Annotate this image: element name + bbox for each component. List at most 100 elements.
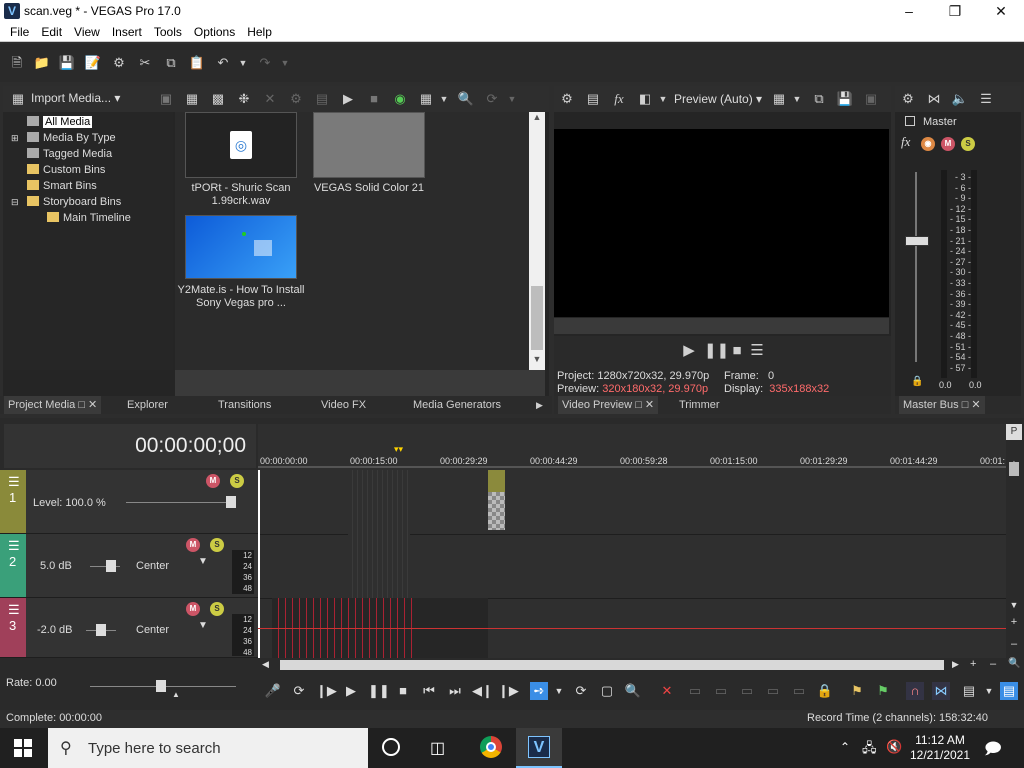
- track-menu-icon[interactable]: ☰: [8, 538, 20, 554]
- speaker-icon[interactable]: 🔈: [951, 90, 969, 108]
- solo-icon[interactable]: S: [961, 137, 975, 151]
- track-header-1[interactable]: ☰ 1 M S Level: 100.0 %: [0, 470, 258, 534]
- preview-settings-icon[interactable]: ⚙: [558, 90, 576, 108]
- snapping-icon[interactable]: ∩: [906, 682, 924, 700]
- tab-transitions[interactable]: Transitions: [218, 396, 271, 414]
- paste-icon[interactable]: 📋: [188, 54, 206, 72]
- solid-color-event[interactable]: [488, 470, 505, 530]
- trim-end-icon[interactable]: ▭: [738, 682, 756, 700]
- split-dropdown-icon[interactable]: ▼: [654, 90, 672, 108]
- ripple-edit-icon[interactable]: ▤: [960, 682, 978, 700]
- track-volume-knob[interactable]: [96, 624, 106, 636]
- scroll-right-icon[interactable]: ▶: [952, 659, 959, 670]
- master-checkbox[interactable]: [905, 116, 915, 126]
- track-solo-icon[interactable]: S: [210, 602, 224, 616]
- undo-icon[interactable]: ↶: [214, 54, 232, 72]
- go-to-end-icon[interactable]: ⏭: [446, 682, 464, 700]
- tree-item-all-media[interactable]: All Media: [27, 114, 93, 130]
- track-header-3[interactable]: ☰ 3 M S -2.0 dB Center ▼ 12 24 36 48: [0, 598, 258, 658]
- capture-icon[interactable]: ▣: [157, 90, 175, 108]
- view-dropdown-icon[interactable]: ▼: [435, 90, 453, 108]
- media-settings-icon[interactable]: ⚙: [287, 90, 305, 108]
- preview-quality-dropdown[interactable]: Preview (Auto) ▾: [674, 92, 762, 106]
- cortana-icon[interactable]: [382, 738, 400, 756]
- view-mode-icon[interactable]: ▦: [417, 90, 435, 108]
- tab-video-fx[interactable]: Video FX: [321, 396, 366, 414]
- scroll-down-icon[interactable]: ▼: [1008, 600, 1020, 612]
- refresh-icon[interactable]: ⟳: [483, 90, 501, 108]
- stop-icon[interactable]: ■: [365, 90, 383, 108]
- play-from-start-icon[interactable]: ❙▶: [316, 682, 337, 700]
- time-ruler[interactable]: ▾▾ 00:00:00:00 00:00:15:00 00:00:29:29 00:0…: [258, 424, 1006, 470]
- import-media-button[interactable]: Import Media... ▾: [31, 91, 120, 105]
- loop-playback-icon[interactable]: ⟳: [290, 682, 308, 700]
- mixer-icon[interactable]: ☰: [977, 90, 995, 108]
- taskbar-clock[interactable]: 11:12 AM 12/21/2021: [908, 733, 972, 763]
- tree-item-custom-bins[interactable]: Custom Bins: [27, 162, 105, 178]
- taskbar-search-box[interactable]: ⚲ Type here to search: [48, 728, 368, 768]
- fx-icon[interactable]: fx: [610, 90, 628, 108]
- master-settings-icon[interactable]: ⚙: [899, 90, 917, 108]
- ripple-dropdown-icon[interactable]: ▼: [980, 682, 998, 700]
- selection-tool-icon[interactable]: ▢: [598, 682, 616, 700]
- media-views-icon[interactable]: ▦: [9, 90, 27, 108]
- close-tab-icon[interactable]: ✕: [971, 399, 980, 411]
- master-fader-knob[interactable]: [905, 236, 929, 246]
- timeline-hscroll-thumb[interactable]: [280, 660, 944, 670]
- settings-gear-icon[interactable]: ⚙: [110, 54, 128, 72]
- track-volume-knob[interactable]: [106, 560, 116, 572]
- new-file-icon[interactable]: 🗎: [8, 54, 26, 72]
- stop-icon[interactable]: ■: [394, 682, 412, 700]
- next-frame-icon[interactable]: ❙▶: [498, 682, 519, 700]
- tab-scroll-right-icon[interactable]: ▶: [536, 396, 543, 414]
- remove-media-icon[interactable]: ✕: [261, 90, 279, 108]
- save-snapshot-icon[interactable]: 💾: [836, 90, 854, 108]
- tab-video-preview[interactable]: Video Preview □ ✕: [558, 396, 659, 414]
- auto-preview-icon[interactable]: ▤: [313, 90, 331, 108]
- tree-item-tagged-media[interactable]: Tagged Media: [27, 146, 112, 162]
- tab-project-media[interactable]: Project Media □ ✕: [4, 396, 102, 414]
- get-media-icon[interactable]: ▦: [183, 90, 201, 108]
- mute-icon[interactable]: M: [941, 137, 955, 151]
- open-folder-icon[interactable]: 📁: [33, 54, 51, 72]
- auto-play-icon[interactable]: ◉: [391, 90, 409, 108]
- timecode-display[interactable]: 00:00:00;00: [135, 434, 246, 458]
- tree-item-storyboard-bins[interactable]: Storyboard Bins: [27, 194, 121, 210]
- track-solo-icon[interactable]: S: [210, 538, 224, 552]
- cut-icon[interactable]: ✂: [136, 54, 154, 72]
- video-event-dark[interactable]: [348, 470, 410, 598]
- solid-color-thumbnail[interactable]: [313, 112, 425, 178]
- maximize-button[interactable]: ❐: [932, 0, 978, 22]
- zoom-in-icon[interactable]: +: [970, 658, 976, 670]
- audio-thumbnail[interactable]: ◎: [185, 112, 297, 178]
- scroll-left-icon[interactable]: ◀: [262, 659, 269, 670]
- redo-dropdown-icon[interactable]: ▼: [276, 54, 294, 72]
- track-solo-icon[interactable]: S: [230, 474, 244, 488]
- scroll-down-icon[interactable]: ▼: [529, 354, 545, 368]
- menu-tools[interactable]: Tools: [148, 25, 188, 39]
- tab-master-bus[interactable]: Master Bus □ ✕: [899, 396, 985, 414]
- show-hidden-icons-icon[interactable]: ⌃: [840, 740, 850, 754]
- pan-knob-icon[interactable]: ▼: [198, 556, 208, 567]
- zoom-select-tool-icon[interactable]: 🔍: [624, 682, 642, 700]
- menu-help[interactable]: Help: [241, 25, 278, 39]
- go-to-start-icon[interactable]: ⏮: [420, 682, 438, 700]
- trim-icon[interactable]: ▭: [686, 682, 704, 700]
- split-icon[interactable]: ▭: [764, 682, 782, 700]
- auto-crossfade-icon[interactable]: ⋈: [932, 682, 950, 700]
- tree-expand-icon[interactable]: ⊞: [11, 130, 19, 146]
- track-mute-icon[interactable]: M: [186, 538, 200, 552]
- redo-icon[interactable]: ↷: [256, 54, 274, 72]
- close-tab-icon[interactable]: ✕: [88, 399, 97, 411]
- preview-play-icon[interactable]: ▶: [680, 342, 698, 360]
- tree-collapse-icon[interactable]: ⊟: [11, 194, 19, 210]
- tab-explorer[interactable]: Explorer: [127, 396, 168, 414]
- previous-frame-icon[interactable]: ◀❙: [472, 682, 493, 700]
- media-scrollbar[interactable]: ▲ ▼: [529, 112, 545, 370]
- preview-menu-icon[interactable]: ☰: [748, 342, 766, 360]
- undock-icon[interactable]: □: [78, 399, 85, 411]
- rate-knob[interactable]: [156, 680, 166, 692]
- edit-tool-dropdown-icon[interactable]: ▼: [550, 682, 568, 700]
- overlays-grid-icon[interactable]: ▦: [770, 90, 788, 108]
- downmix-icon[interactable]: ⋈: [925, 90, 943, 108]
